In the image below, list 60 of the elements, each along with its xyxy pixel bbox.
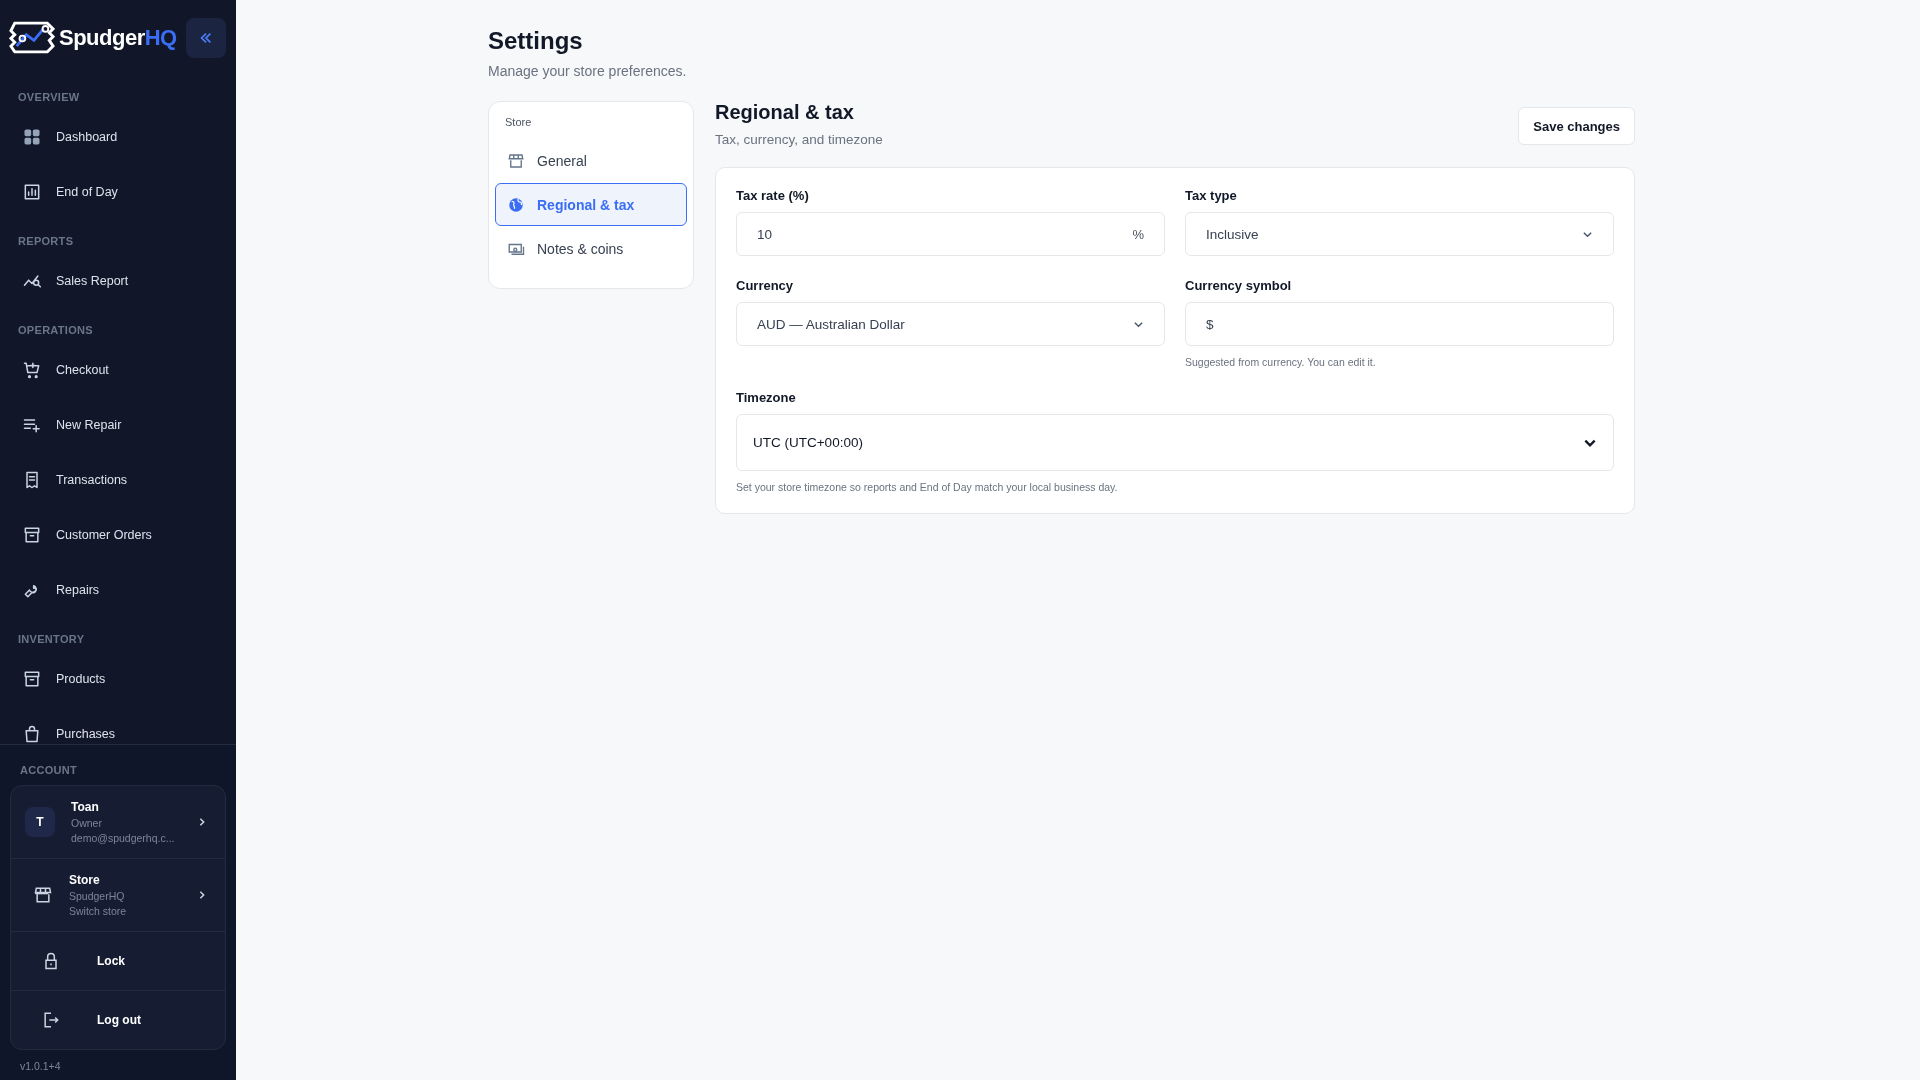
section-label: OPERATIONS: [17, 323, 93, 338]
nav-item[interactable]: Sales Report: [0, 253, 236, 308]
account-action[interactable]: Log out: [11, 991, 225, 1049]
nav-item[interactable]: Purchases: [0, 706, 236, 744]
group-label: Store: [504, 116, 532, 130]
nav-item[interactable]: Dashboard: [0, 109, 236, 164]
store-label: Store: [69, 873, 101, 887]
input-field[interactable]: 10 %: [736, 212, 1165, 256]
user-role: Owner: [71, 817, 103, 829]
store-name: SpudgerHQ: [69, 890, 126, 902]
user-name: Toan: [71, 800, 100, 814]
unit-suffix: %: [1132, 226, 1144, 242]
nav-item[interactable]: Products: [0, 651, 236, 706]
brand-name: SpudgerHQ: [59, 24, 177, 51]
nav-item[interactable]: Repairs: [0, 562, 236, 617]
section-label: INVENTORY: [17, 632, 85, 647]
avatar: T: [25, 807, 55, 837]
page-title: Settings: [488, 27, 584, 55]
field-label: Timezone: [736, 390, 796, 405]
nav-item[interactable]: Customer Orders: [0, 507, 236, 562]
switch-store-hint: Switch store: [69, 905, 128, 917]
globe-icon: [507, 195, 525, 214]
user-menu-item[interactable]: T Toan Owner demo@spudgerhq.c...: [11, 786, 225, 859]
section-label: ACCOUNT: [19, 763, 78, 778]
field-label: Currency symbol: [1185, 278, 1292, 293]
store-icon: [507, 151, 525, 170]
version-label: v1.0.1+4: [19, 1060, 62, 1072]
nav-item[interactable]: New Repair: [0, 397, 236, 452]
nav-item[interactable]: End of Day: [0, 164, 236, 219]
nav-item[interactable]: Checkout: [0, 342, 236, 397]
user-email: demo@spudgerhq.c...: [71, 832, 176, 844]
settings-nav-item[interactable]: Notes & coins: [495, 227, 687, 270]
section-label: REPORTS: [17, 234, 74, 249]
select-field[interactable]: Inclusive: [1185, 212, 1614, 256]
account-action[interactable]: Lock: [11, 932, 225, 991]
field-label: Tax type: [1185, 188, 1237, 203]
page-subtitle: Manage your store preferences.: [488, 63, 688, 79]
select-field[interactable]: UTC (UTC+00:00): [736, 414, 1614, 471]
section-subtitle: Tax, currency, and timezone: [715, 132, 883, 147]
logout-icon: [41, 1010, 61, 1030]
double-chevron-icon: [199, 30, 213, 45]
settings-nav-item[interactable]: Regional & tax: [495, 183, 687, 226]
input-field[interactable]: $: [1185, 302, 1614, 346]
save-button[interactable]: Save changes: [1518, 107, 1635, 145]
section-label: OVERVIEW: [17, 90, 80, 105]
chevron-right-icon: [197, 890, 207, 900]
bag-icon: [22, 723, 42, 744]
field-label: Tax rate (%): [736, 188, 809, 203]
logo-icon: [9, 21, 55, 54]
help-text: Suggested from currency. You can edit it.: [1185, 356, 1377, 368]
help-text: Set your store timezone so reports and End of Day match your local business day.: [736, 481, 1119, 493]
section-title: Regional & tax: [715, 101, 855, 124]
field-label: Currency: [736, 278, 794, 293]
select-field[interactable]: AUD — Australian Dollar: [736, 302, 1165, 346]
nav-item[interactable]: Transactions: [0, 452, 236, 507]
settings-nav-item[interactable]: General: [495, 139, 687, 182]
store-icon: [33, 885, 53, 905]
collapse-button[interactable]: [186, 17, 226, 58]
chevron-right-icon: [197, 817, 207, 827]
store-menu-item[interactable]: Store SpudgerHQ Switch store: [11, 859, 225, 932]
